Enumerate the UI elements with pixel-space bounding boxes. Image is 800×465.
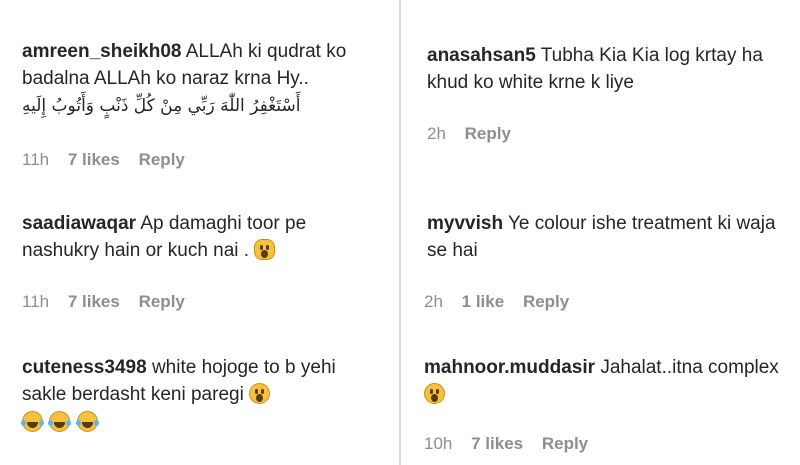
face-with-tears-of-joy-icon: [48, 411, 72, 432]
comment-cuteness3498: cuteness3498 white hojoge to b yehi sakl…: [21, 354, 357, 433]
comment-likes[interactable]: 7 likes: [68, 150, 120, 170]
reply-button[interactable]: Reply: [465, 124, 511, 144]
comment-mahnoor-muddasir: mahnoor.muddasir Jahalat..itna complex: [424, 354, 784, 408]
column-divider: [399, 0, 401, 465]
comment-time: 2h: [427, 124, 446, 143]
comment-meta: 11h 7 likes Reply: [22, 292, 199, 312]
comment-text: Jahalat..itna complex: [600, 357, 779, 378]
comment-username[interactable]: amreen_sheikh08: [22, 41, 182, 62]
astonished-face-icon: [249, 383, 271, 404]
screaming-face-icon: [254, 239, 276, 260]
comment-likes[interactable]: 7 likes: [471, 434, 523, 454]
comment-likes[interactable]: 1 like: [462, 292, 505, 312]
comment-meta: 2h Reply: [427, 124, 525, 144]
comment-username[interactable]: anasahsan5: [427, 45, 536, 66]
face-with-tears-of-joy-icon: [75, 411, 99, 432]
comment-username[interactable]: cuteness3498: [22, 357, 147, 378]
comment-likes[interactable]: 7 likes: [68, 292, 120, 312]
comment-username[interactable]: myvvish: [427, 213, 503, 234]
comment-time: 10h: [424, 434, 453, 453]
face-with-tears-of-joy-icon: [21, 411, 44, 432]
comment-amreen-sheikh08: amreen_sheikh08 ALLAh ki qudrat ko badal…: [22, 38, 382, 120]
comment-meta: 2h 1 like Reply: [424, 292, 583, 312]
comment-username[interactable]: saadiawaqar: [22, 213, 136, 234]
comment-arabic-text: أَسْتَغْفِرُ اللّٰهَ رَبِّي مِنْ كُلِّ ذ…: [22, 96, 301, 116]
comment-myvvish: myvvish Ye colour ishe treatment ki waja…: [427, 210, 787, 264]
comment-username[interactable]: mahnoor.muddasir: [424, 357, 595, 378]
astonished-face-icon: [424, 383, 445, 404]
comment-meta: 10h 7 likes Reply: [424, 434, 602, 454]
reply-button[interactable]: Reply: [523, 292, 569, 312]
reply-button[interactable]: Reply: [542, 434, 588, 454]
comment-time: 2h: [424, 292, 443, 311]
comment-saadiawaqar: saadiawaqar Ap damaghi toor pe nashukry …: [22, 210, 352, 264]
comment-meta: 11h 7 likes Reply: [22, 150, 199, 170]
comment-time: 11h: [22, 292, 50, 311]
reply-button[interactable]: Reply: [139, 292, 185, 312]
reply-button[interactable]: Reply: [139, 150, 185, 170]
comment-time: 11h: [22, 150, 50, 169]
emoji-row: [21, 411, 357, 433]
comment-anasahsan5: anasahsan5 Tubha Kia Kia log krtay ha kh…: [427, 42, 787, 96]
